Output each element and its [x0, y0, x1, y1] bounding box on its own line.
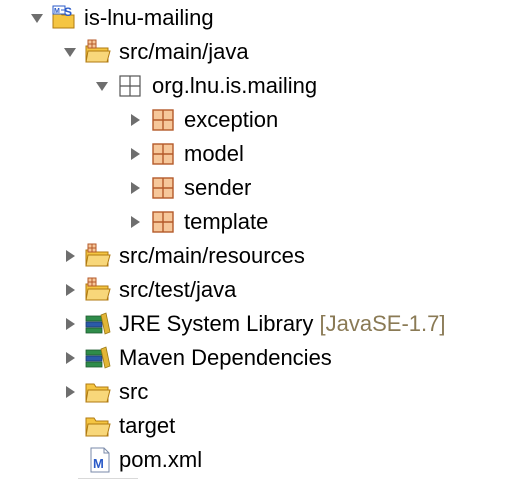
tree-item-jre-system-library[interactable]: JRE System Library [JavaSE-1.7]	[0, 307, 518, 341]
target-label: target	[119, 413, 176, 438]
package-icon	[152, 177, 174, 199]
project-explorer-tree: M S is-lnu-mailing src/main/java org.lnu	[0, 0, 518, 480]
chevron-right-icon[interactable]	[128, 215, 142, 229]
tree-item-package-sender[interactable]: sender	[0, 171, 320, 205]
src-test-java-label: src/test/java	[119, 277, 237, 302]
tree-item-package-root[interactable]: org.lnu.is.mailing	[0, 69, 360, 103]
chevron-right-icon[interactable]	[63, 385, 77, 399]
tree-item-package-exception[interactable]: exception	[0, 103, 320, 137]
chevron-right-icon[interactable]	[128, 147, 142, 161]
svg-text:M: M	[93, 456, 104, 471]
tree-item-project[interactable]: M S is-lnu-mailing	[0, 1, 260, 35]
package-label: model	[184, 141, 244, 166]
src-label: src	[119, 379, 149, 404]
divider	[78, 478, 138, 479]
svg-text:M: M	[54, 8, 60, 15]
package-icon	[152, 211, 174, 233]
src-main-java-label: src/main/java	[119, 39, 249, 64]
maven-file-icon: M	[90, 447, 110, 473]
package-icon	[152, 143, 174, 165]
folder-icon	[85, 383, 111, 403]
library-icon	[85, 346, 111, 369]
chevron-down-icon[interactable]	[95, 79, 109, 93]
maven-project-icon: M S	[52, 5, 75, 29]
chevron-right-icon[interactable]	[128, 113, 142, 127]
tree-item-src-test-java[interactable]: src/test/java	[0, 273, 300, 307]
tree-item-maven-dependencies[interactable]: Maven Dependencies	[0, 341, 400, 375]
package-label: exception	[184, 107, 279, 132]
jre-label: JRE System Library [JavaSE-1.7]	[119, 311, 445, 337]
tree-item-package-model[interactable]: model	[0, 137, 320, 171]
folder-icon	[85, 417, 111, 437]
project-label: is-lnu-mailing	[84, 5, 214, 30]
chevron-right-icon[interactable]	[128, 181, 142, 195]
package-icon	[152, 109, 174, 131]
chevron-right-icon[interactable]	[63, 249, 77, 263]
maven-dependencies-label: Maven Dependencies	[119, 345, 332, 370]
tree-item-package-template[interactable]: template	[0, 205, 320, 239]
chevron-right-icon[interactable]	[63, 351, 77, 365]
chevron-right-icon[interactable]	[63, 283, 77, 297]
svg-text:S: S	[64, 5, 72, 19]
tree-item-src-main-resources[interactable]: src/main/resources	[0, 239, 370, 273]
package-root-label: org.lnu.is.mailing	[152, 73, 318, 98]
chevron-down-icon[interactable]	[63, 45, 77, 59]
package-label: template	[184, 209, 269, 234]
chevron-down-icon[interactable]	[30, 11, 44, 25]
library-icon	[85, 312, 111, 335]
source-folder-icon	[85, 243, 111, 267]
source-folder-icon	[85, 39, 111, 63]
tree-item-pom[interactable]: M pom.xml	[0, 443, 240, 477]
empty-package-icon	[119, 75, 141, 97]
jre-name: JRE System Library	[119, 311, 314, 336]
tree-item-src[interactable]: src	[0, 375, 220, 409]
chevron-right-icon[interactable]	[63, 317, 77, 331]
package-label: sender	[184, 175, 252, 200]
src-main-resources-label: src/main/resources	[119, 243, 305, 268]
jre-version-decoration: [JavaSE-1.7]	[319, 311, 446, 336]
pom-label: pom.xml	[119, 447, 203, 472]
source-folder-icon	[85, 277, 111, 301]
tree-item-target[interactable]: target	[0, 409, 220, 443]
tree-item-src-main-java[interactable]: src/main/java	[0, 35, 300, 69]
